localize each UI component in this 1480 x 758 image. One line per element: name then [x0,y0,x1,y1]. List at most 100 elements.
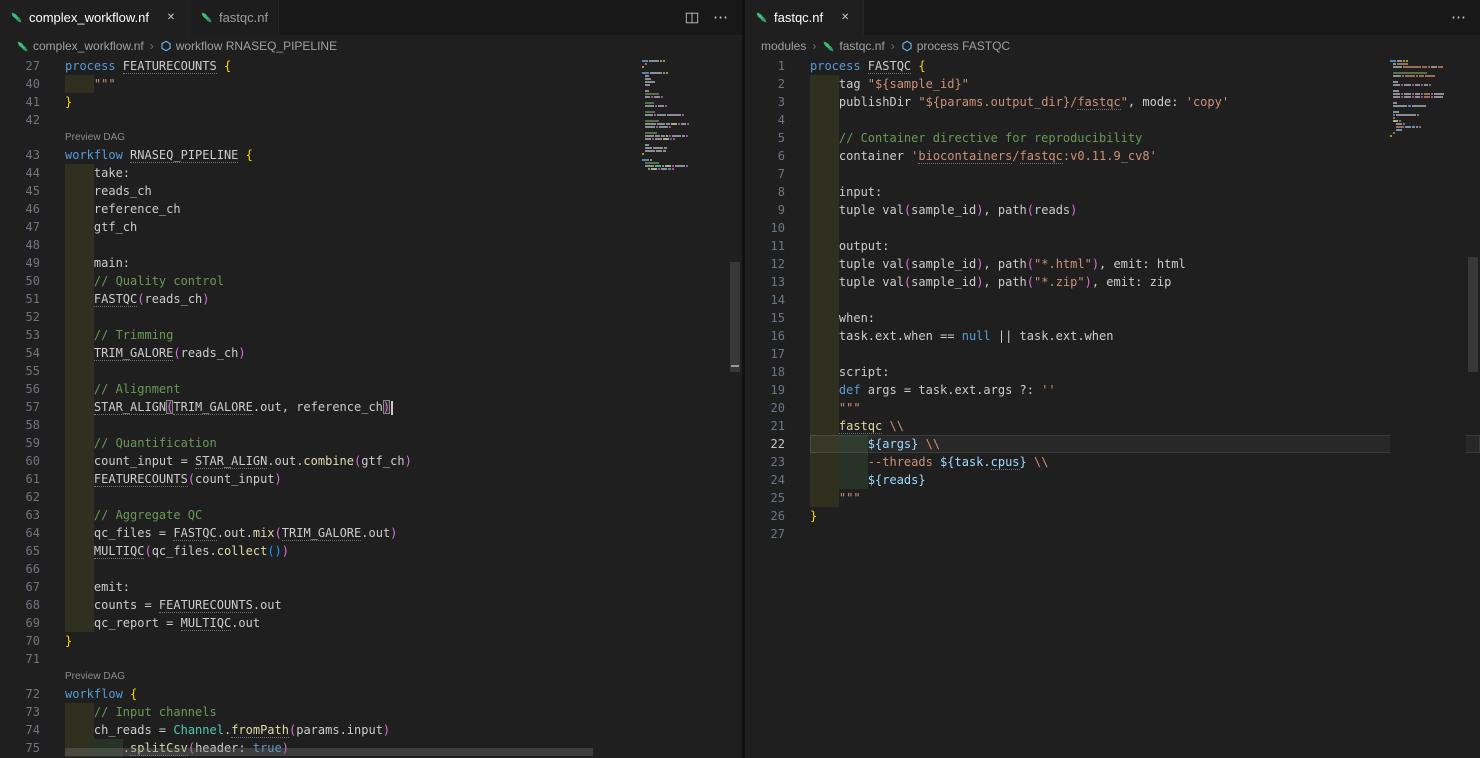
code-content[interactable] [810,165,1480,183]
code-content[interactable]: tag "${sample_id}" [810,75,1480,93]
code-content[interactable]: script: [810,363,1480,381]
breadcrumb-item[interactable]: process FASTQC [901,39,1010,53]
line-number: 10 [745,219,785,237]
scrollbar-slider[interactable] [730,262,740,372]
code-content[interactable] [65,308,742,326]
code-content[interactable] [65,416,742,434]
code-content[interactable] [810,345,1480,363]
code-content[interactable]: tuple val(sample_id), path("*.zip"), emi… [810,273,1480,291]
minimap[interactable] [642,57,728,758]
codelens-link[interactable]: Preview DAG [65,668,125,685]
code-content[interactable]: // Quality control [65,272,742,290]
more-icon[interactable]: ⋯ [713,10,728,25]
breadcrumb-label: process FASTQC [917,39,1010,53]
code-content[interactable]: } [65,93,742,111]
code-line: 26} [745,507,1480,525]
breadcrumb-item[interactable]: workflow RNASEQ_PIPELINE [160,39,337,53]
code-content[interactable]: TRIM_GALORE(reads_ch) [65,344,742,362]
code-content[interactable]: output: [810,237,1480,255]
code-content[interactable] [65,362,742,380]
line-number: 51 [0,290,40,308]
split-editor-icon[interactable] [685,11,699,25]
code-content[interactable]: tuple val(sample_id), path("*.html"), em… [810,255,1480,273]
editor[interactable]: 1process FASTQC {2tag "${sample_id}"3pub… [745,57,1480,758]
code-content[interactable]: // Container directive for reproducibili… [810,129,1480,147]
code-content[interactable]: reference_ch [65,200,742,218]
vertical-scrollbar[interactable] [1466,57,1480,758]
codelens-link[interactable]: Preview DAG [65,129,125,146]
code-content[interactable]: ch_reads = Channel.fromPath(params.input… [65,721,742,739]
minimap[interactable] [1390,57,1466,758]
code-content[interactable]: --threads ${task.cpus} \\ [810,453,1480,471]
code-content[interactable] [810,525,1480,543]
breadcrumb-separator: › [891,39,895,53]
code-content[interactable]: publishDir "${params.output_dir}/fastqc"… [810,93,1480,111]
tab-fastqc.nf[interactable]: fastqc.nf [190,0,279,35]
tab-fastqc.nf[interactable]: fastqc.nf✕ [745,0,864,35]
more-icon[interactable]: ⋯ [1451,10,1466,25]
tab-complex_workflow.nf[interactable]: complex_workflow.nf✕ [0,0,190,35]
code-content[interactable]: def args = task.ext.args ?: '' [810,381,1480,399]
code-content[interactable]: ${args} \\ [810,435,1480,453]
code-content[interactable]: // Quantification [65,434,742,452]
vertical-scrollbar[interactable] [728,57,742,758]
code-content[interactable]: process FASTQC { [810,57,1480,75]
close-icon[interactable]: ✕ [837,10,853,26]
code-content[interactable]: main: [65,254,742,272]
code-content[interactable]: input: [810,183,1480,201]
code-content[interactable]: container 'biocontainers/fastqc:v0.11.9_… [810,147,1480,165]
code-line: 10 [745,219,1480,237]
code-content[interactable]: workflow RNASEQ_PIPELINE { [65,146,742,164]
code-content[interactable] [65,560,742,578]
code-line: 65MULTIQC(qc_files.collect()) [0,542,742,560]
breadcrumb-item[interactable]: modules [761,39,806,53]
code-content[interactable]: } [810,507,1480,525]
code-line: 7 [745,165,1480,183]
code-content[interactable] [810,291,1480,309]
code-content[interactable]: """ [65,75,742,93]
code-content[interactable]: qc_files = FASTQC.out.mix(TRIM_GALORE.ou… [65,524,742,542]
code-content[interactable]: // Aggregate QC [65,506,742,524]
code-content[interactable]: """ [810,399,1480,417]
code-content[interactable] [810,219,1480,237]
code-content[interactable]: } [65,632,742,650]
code-content[interactable]: // Input channels [65,703,742,721]
code-content[interactable]: counts = FEATURECOUNTS.out [65,596,742,614]
code-content[interactable] [65,650,742,668]
code-content[interactable]: task.ext.when == null || task.ext.when [810,327,1480,345]
code-content[interactable]: count_input = STAR_ALIGN.out.combine(gtf… [65,452,742,470]
code-content[interactable]: process FEATURECOUNTS { [65,57,742,75]
code-content[interactable]: STAR_ALIGN(TRIM_GALORE.out, reference_ch… [65,398,742,416]
code-content[interactable] [65,111,742,129]
code-content[interactable]: qc_report = MULTIQC.out [65,614,742,632]
code-content[interactable]: // Alignment [65,380,742,398]
breadcrumb-item[interactable]: fastqc.nf [822,39,884,53]
code-line: 69qc_report = MULTIQC.out [0,614,742,632]
close-icon[interactable]: ✕ [163,10,179,26]
line-number: 54 [0,344,40,362]
code-content[interactable]: FASTQC(reads_ch) [65,290,742,308]
code-content[interactable]: reads_ch [65,182,742,200]
editor[interactable]: 27process FEATURECOUNTS {40"""41}42Previ… [0,57,742,758]
code-content[interactable] [65,488,742,506]
code-content[interactable]: fastqc \\ [810,417,1480,435]
code-content[interactable] [810,111,1480,129]
code-content[interactable]: """ [810,489,1480,507]
code-content[interactable]: take: [65,164,742,182]
code-content[interactable]: ${reads} [810,471,1480,489]
breadcrumb-item[interactable]: complex_workflow.nf [16,39,144,53]
code-content[interactable]: workflow { [65,685,742,703]
codelens-row: Preview DAG [0,668,742,685]
code-content[interactable]: tuple val(sample_id), path(reads) [810,201,1480,219]
code-lines: 1process FASTQC {2tag "${sample_id}"3pub… [745,57,1480,543]
scrollbar-slider[interactable] [1468,257,1478,372]
code-content[interactable]: when: [810,309,1480,327]
code-content[interactable]: emit: [65,578,742,596]
code-content[interactable]: FEATURECOUNTS(count_input) [65,470,742,488]
code-content[interactable]: // Trimming [65,326,742,344]
code-content[interactable]: MULTIQC(qc_files.collect()) [65,542,742,560]
horizontal-scrollbar[interactable] [65,748,593,756]
code-content[interactable]: gtf_ch [65,218,742,236]
code-content[interactable] [65,236,742,254]
line-number: 8 [745,183,785,201]
